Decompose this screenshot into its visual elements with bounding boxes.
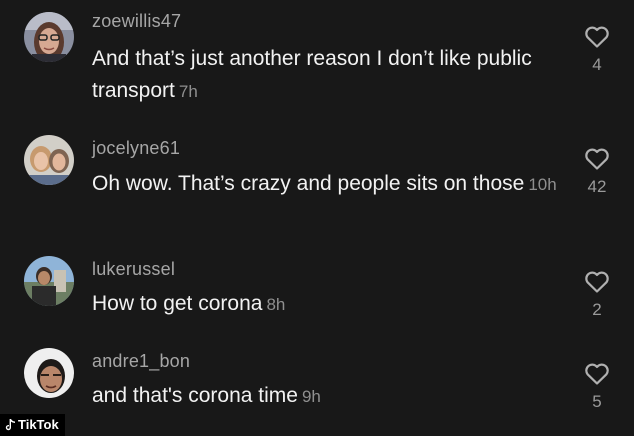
avatar[interactable] (24, 135, 74, 185)
comment-text: and that's corona time 9h (92, 380, 562, 413)
like-count: 2 (592, 300, 602, 319)
avatar-man-outdoors-icon (24, 256, 74, 306)
comment-body: How to get corona (92, 292, 263, 315)
avatar[interactable] (24, 256, 74, 306)
comment-text: How to get corona 8h (92, 288, 562, 321)
comment-body: Oh wow. That’s crazy and people sits on … (92, 172, 525, 195)
comment-time: 10h (528, 175, 557, 194)
like-button[interactable]: 5 (580, 362, 614, 412)
avatar[interactable] (24, 348, 74, 398)
avatar-two-women-icon (24, 135, 74, 185)
comment-item: lukerussel How to get corona 8h 2 (0, 250, 634, 342)
like-count: 42 (587, 177, 607, 196)
comment-body: And that’s just another reason I don’t l… (92, 47, 532, 102)
tiktok-watermark: TikTok (0, 414, 65, 436)
comment-item: zoewillis47 And that’s just another reas… (0, 0, 634, 125)
comment-item: jocelyne61 Oh wow. That’s crazy and peop… (0, 125, 634, 250)
comment-username[interactable]: jocelyne61 (92, 138, 180, 159)
avatar-woman-glasses-icon (24, 12, 74, 62)
like-count: 5 (592, 392, 602, 411)
comment-time: 9h (301, 387, 321, 406)
comment-username[interactable]: zoewillis47 (92, 11, 181, 32)
like-button[interactable]: 4 (580, 25, 614, 75)
comment-text: And that’s just another reason I don’t l… (92, 43, 562, 108)
comment-time: 7h (178, 82, 198, 101)
heart-outline-icon (585, 271, 609, 293)
comment-item: andre1_bon and that's corona time 9h 5 (0, 342, 634, 436)
like-count: 4 (592, 55, 602, 74)
tiktok-note-icon (5, 419, 15, 431)
comment-body: and that's corona time (92, 384, 298, 407)
comment-username[interactable]: lukerussel (92, 259, 175, 280)
heart-outline-icon (585, 363, 609, 385)
comment-time: 8h (266, 295, 286, 314)
avatar-man-selfie-icon (24, 348, 74, 398)
watermark-label: TikTok (18, 417, 59, 432)
comment-panel: zoewillis47 And that’s just another reas… (0, 0, 634, 436)
avatar[interactable] (24, 12, 74, 62)
like-button[interactable]: 2 (580, 270, 614, 320)
comment-text: Oh wow. That’s crazy and people sits on … (92, 168, 562, 201)
comment-username[interactable]: andre1_bon (92, 351, 190, 372)
heart-outline-icon (585, 148, 609, 170)
like-button[interactable]: 42 (580, 147, 614, 197)
heart-outline-icon (585, 26, 609, 48)
